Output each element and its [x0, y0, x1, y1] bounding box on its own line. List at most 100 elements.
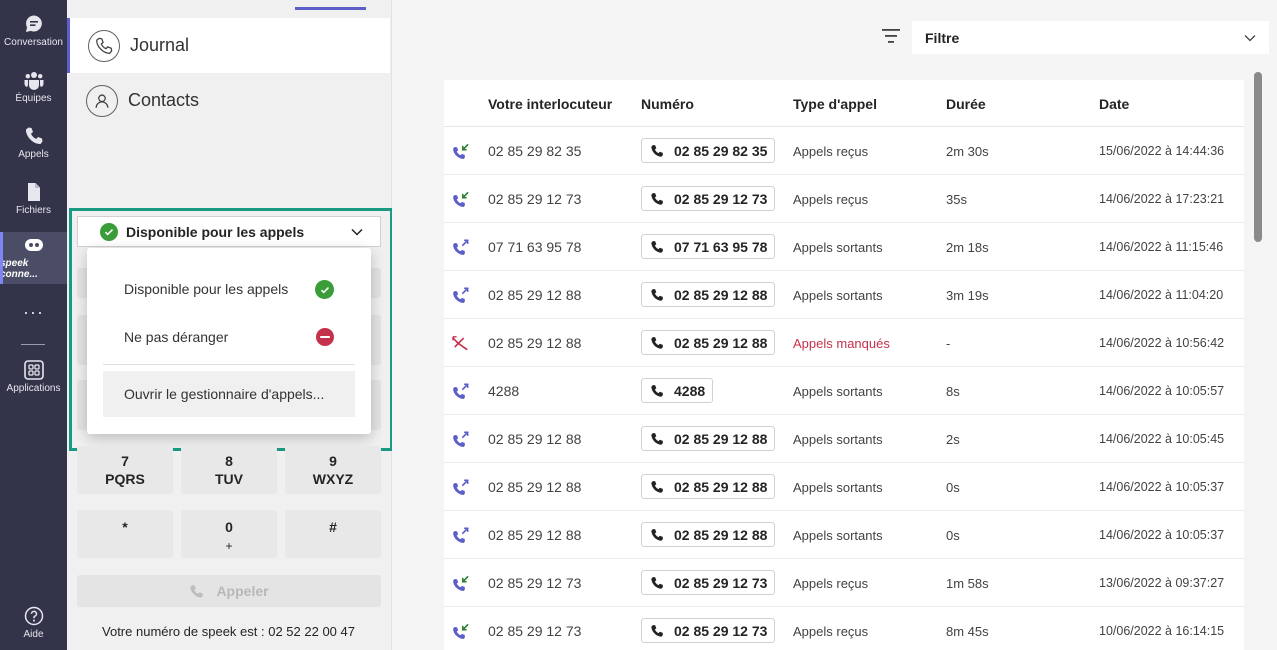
- table-row[interactable]: 02 85 29 12 88 02 85 29 12 88 Appels sorta…: [444, 271, 1244, 319]
- rail-label: speek conne...: [0, 258, 38, 280]
- cell-number: 02 85 29 12 88: [674, 430, 768, 447]
- number-call-button[interactable]: 4288: [641, 378, 714, 403]
- call-direction: [452, 479, 470, 498]
- filter-icon[interactable]: [882, 28, 900, 44]
- dial-key-star[interactable]: *: [77, 510, 173, 558]
- status-menu: Disponible pour les appels Ne pas dérang…: [87, 248, 371, 434]
- nav-contacts[interactable]: Contacts: [67, 73, 390, 128]
- rail-item-aide[interactable]: Aide: [0, 592, 67, 644]
- number-call-button[interactable]: 02 85 29 12 88: [641, 474, 776, 499]
- table-row[interactable]: 02 85 29 12 73 02 85 29 12 73 Appels reçus…: [444, 559, 1244, 607]
- file-icon: [27, 183, 40, 201]
- col-header-type[interactable]: Type d'appel: [793, 96, 877, 112]
- cell-who: 02 85 29 12 73: [488, 575, 582, 591]
- rail-label: Fichiers: [15, 205, 51, 216]
- available-check-icon: [315, 280, 334, 299]
- menu-item-available[interactable]: Disponible pour les appels: [103, 266, 355, 312]
- cell-type: Appels sortants: [793, 432, 883, 447]
- cell-number: 02 85 29 12 88: [674, 286, 768, 303]
- cell-date: 14/06/2022 à 11:04:20: [1099, 288, 1224, 302]
- cell-duration: 2m 18s: [946, 240, 989, 255]
- more-apps-icon[interactable]: ···: [0, 302, 67, 322]
- dial-key-hash[interactable]: #: [285, 510, 381, 558]
- table-row[interactable]: 02 85 29 12 73 02 85 29 12 73 Appels reçus…: [444, 607, 1244, 650]
- cell-type: Appels sortants: [793, 288, 883, 303]
- call-direction: [452, 623, 470, 642]
- call-direction: [452, 239, 470, 258]
- col-header-number[interactable]: Numéro: [641, 96, 694, 112]
- dial-key-7[interactable]: 7 PQRS: [77, 446, 173, 494]
- phone-icon: [651, 480, 663, 493]
- call-direction: [452, 191, 470, 210]
- apps-icon: [23, 360, 44, 380]
- number-call-button[interactable]: 07 71 63 95 78: [641, 234, 776, 259]
- col-header-date[interactable]: Date: [1099, 96, 1129, 112]
- cell-type: Appels sortants: [793, 480, 883, 495]
- cell-number: 07 71 63 95 78: [674, 238, 768, 255]
- col-header-who[interactable]: Votre interlocuteur: [488, 96, 612, 112]
- outgoing-call-icon: [453, 527, 469, 543]
- rail-divider: [21, 344, 45, 345]
- number-call-button[interactable]: 02 85 29 82 35: [641, 138, 776, 163]
- phone-icon: [190, 584, 204, 598]
- table-row[interactable]: 02 85 29 12 73 02 85 29 12 73 Appels reçus…: [444, 175, 1244, 223]
- missed-call-icon: [452, 336, 468, 351]
- rail-item-applications[interactable]: Applications: [0, 346, 67, 398]
- cell-type: Appels reçus: [793, 576, 869, 591]
- cell-number: 02 85 29 12 73: [674, 622, 768, 639]
- call-button[interactable]: Appeler: [77, 575, 381, 607]
- menu-item-dnd[interactable]: Ne pas déranger: [103, 314, 355, 360]
- table-row[interactable]: 02 85 29 12 88 02 85 29 12 88 Appels sorta…: [444, 511, 1244, 559]
- table-row[interactable]: 4288 4288 Appels sortants 8s 14/06/2022 à 10…: [444, 367, 1244, 415]
- table-row[interactable]: 02 85 29 82 35 02 85 29 82 35 Appels reçus…: [444, 127, 1244, 175]
- dial-key-8[interactable]: 8 TUV: [181, 446, 277, 494]
- cell-who: 4288: [488, 383, 520, 399]
- number-call-button[interactable]: 02 85 29 12 73: [641, 186, 776, 211]
- table-row[interactable]: 02 85 29 12 88 02 85 29 12 88 Appels sorta…: [444, 463, 1244, 511]
- cell-date: 14/06/2022 à 10:05:37: [1099, 480, 1225, 494]
- number-call-button[interactable]: 02 85 29 12 88: [641, 330, 776, 355]
- cell-date: 14/06/2022 à 11:15:46: [1099, 240, 1224, 254]
- cell-duration: 8s: [946, 384, 960, 399]
- available-check-icon: [100, 222, 118, 241]
- call-direction: [452, 383, 470, 402]
- table-row[interactable]: 07 71 63 95 78 07 71 63 95 78 Appels sorta…: [444, 223, 1244, 271]
- dial-key-0[interactable]: 0 +: [181, 510, 277, 558]
- table-row[interactable]: 02 85 29 12 88 02 85 29 12 88 Appels manqu…: [444, 319, 1244, 367]
- cell-type: Appels sortants: [793, 384, 883, 399]
- rail-item-fichiers[interactable]: Fichiers: [0, 168, 67, 220]
- number-call-button[interactable]: 02 85 29 12 88: [641, 426, 776, 451]
- cell-date: 13/06/2022 à 09:37:27: [1099, 576, 1225, 590]
- table-row[interactable]: 02 85 29 12 88 02 85 29 12 88 Appels sorta…: [444, 415, 1244, 463]
- rail-item-conversation[interactable]: Conversation: [0, 0, 67, 52]
- status-dropdown[interactable]: Disponible pour les appels: [77, 216, 381, 247]
- number-call-button[interactable]: 02 85 29 12 73: [641, 618, 776, 643]
- filter-dropdown[interactable]: Filtre: [912, 21, 1269, 54]
- number-call-button[interactable]: 02 85 29 12 88: [641, 282, 776, 307]
- cell-number: 02 85 29 12 88: [674, 478, 768, 495]
- number-call-button[interactable]: 02 85 29 12 88: [641, 522, 776, 547]
- cell-duration: 0s: [946, 480, 960, 495]
- cell-duration: 3m 19s: [946, 288, 989, 303]
- call-log-table: Votre interlocuteur Numéro Type d'appel …: [444, 80, 1244, 650]
- incoming-call-icon: [453, 575, 469, 591]
- number-call-button[interactable]: 02 85 29 12 73: [641, 570, 776, 595]
- rail-item-equipes[interactable]: Équipes: [0, 56, 67, 108]
- rail-label: Aide: [23, 629, 44, 640]
- dial-key-number: #: [329, 519, 337, 535]
- cell-duration: 35s: [946, 192, 967, 207]
- cell-duration: 8m 45s: [946, 624, 989, 639]
- phone-icon: [651, 240, 663, 253]
- menu-item-label: Ne pas déranger: [124, 329, 229, 345]
- scrollbar[interactable]: [1254, 72, 1262, 242]
- cell-date: 10/06/2022 à 16:14:15: [1099, 624, 1225, 638]
- menu-item-open-call-manager[interactable]: Ouvrir le gestionnaire d'appels...: [103, 371, 355, 417]
- menu-item-label: Disponible pour les appels: [124, 281, 289, 297]
- cell-who: 02 85 29 82 35: [488, 143, 582, 159]
- col-header-duration[interactable]: Durée: [946, 96, 986, 112]
- cell-date: 14/06/2022 à 10:56:42: [1099, 336, 1225, 350]
- dial-key-9[interactable]: 9 WXYZ: [285, 446, 381, 494]
- rail-item-speek[interactable]: speek conne...: [0, 232, 67, 284]
- nav-journal[interactable]: Journal: [67, 18, 390, 73]
- rail-item-appels[interactable]: Appels: [0, 112, 67, 164]
